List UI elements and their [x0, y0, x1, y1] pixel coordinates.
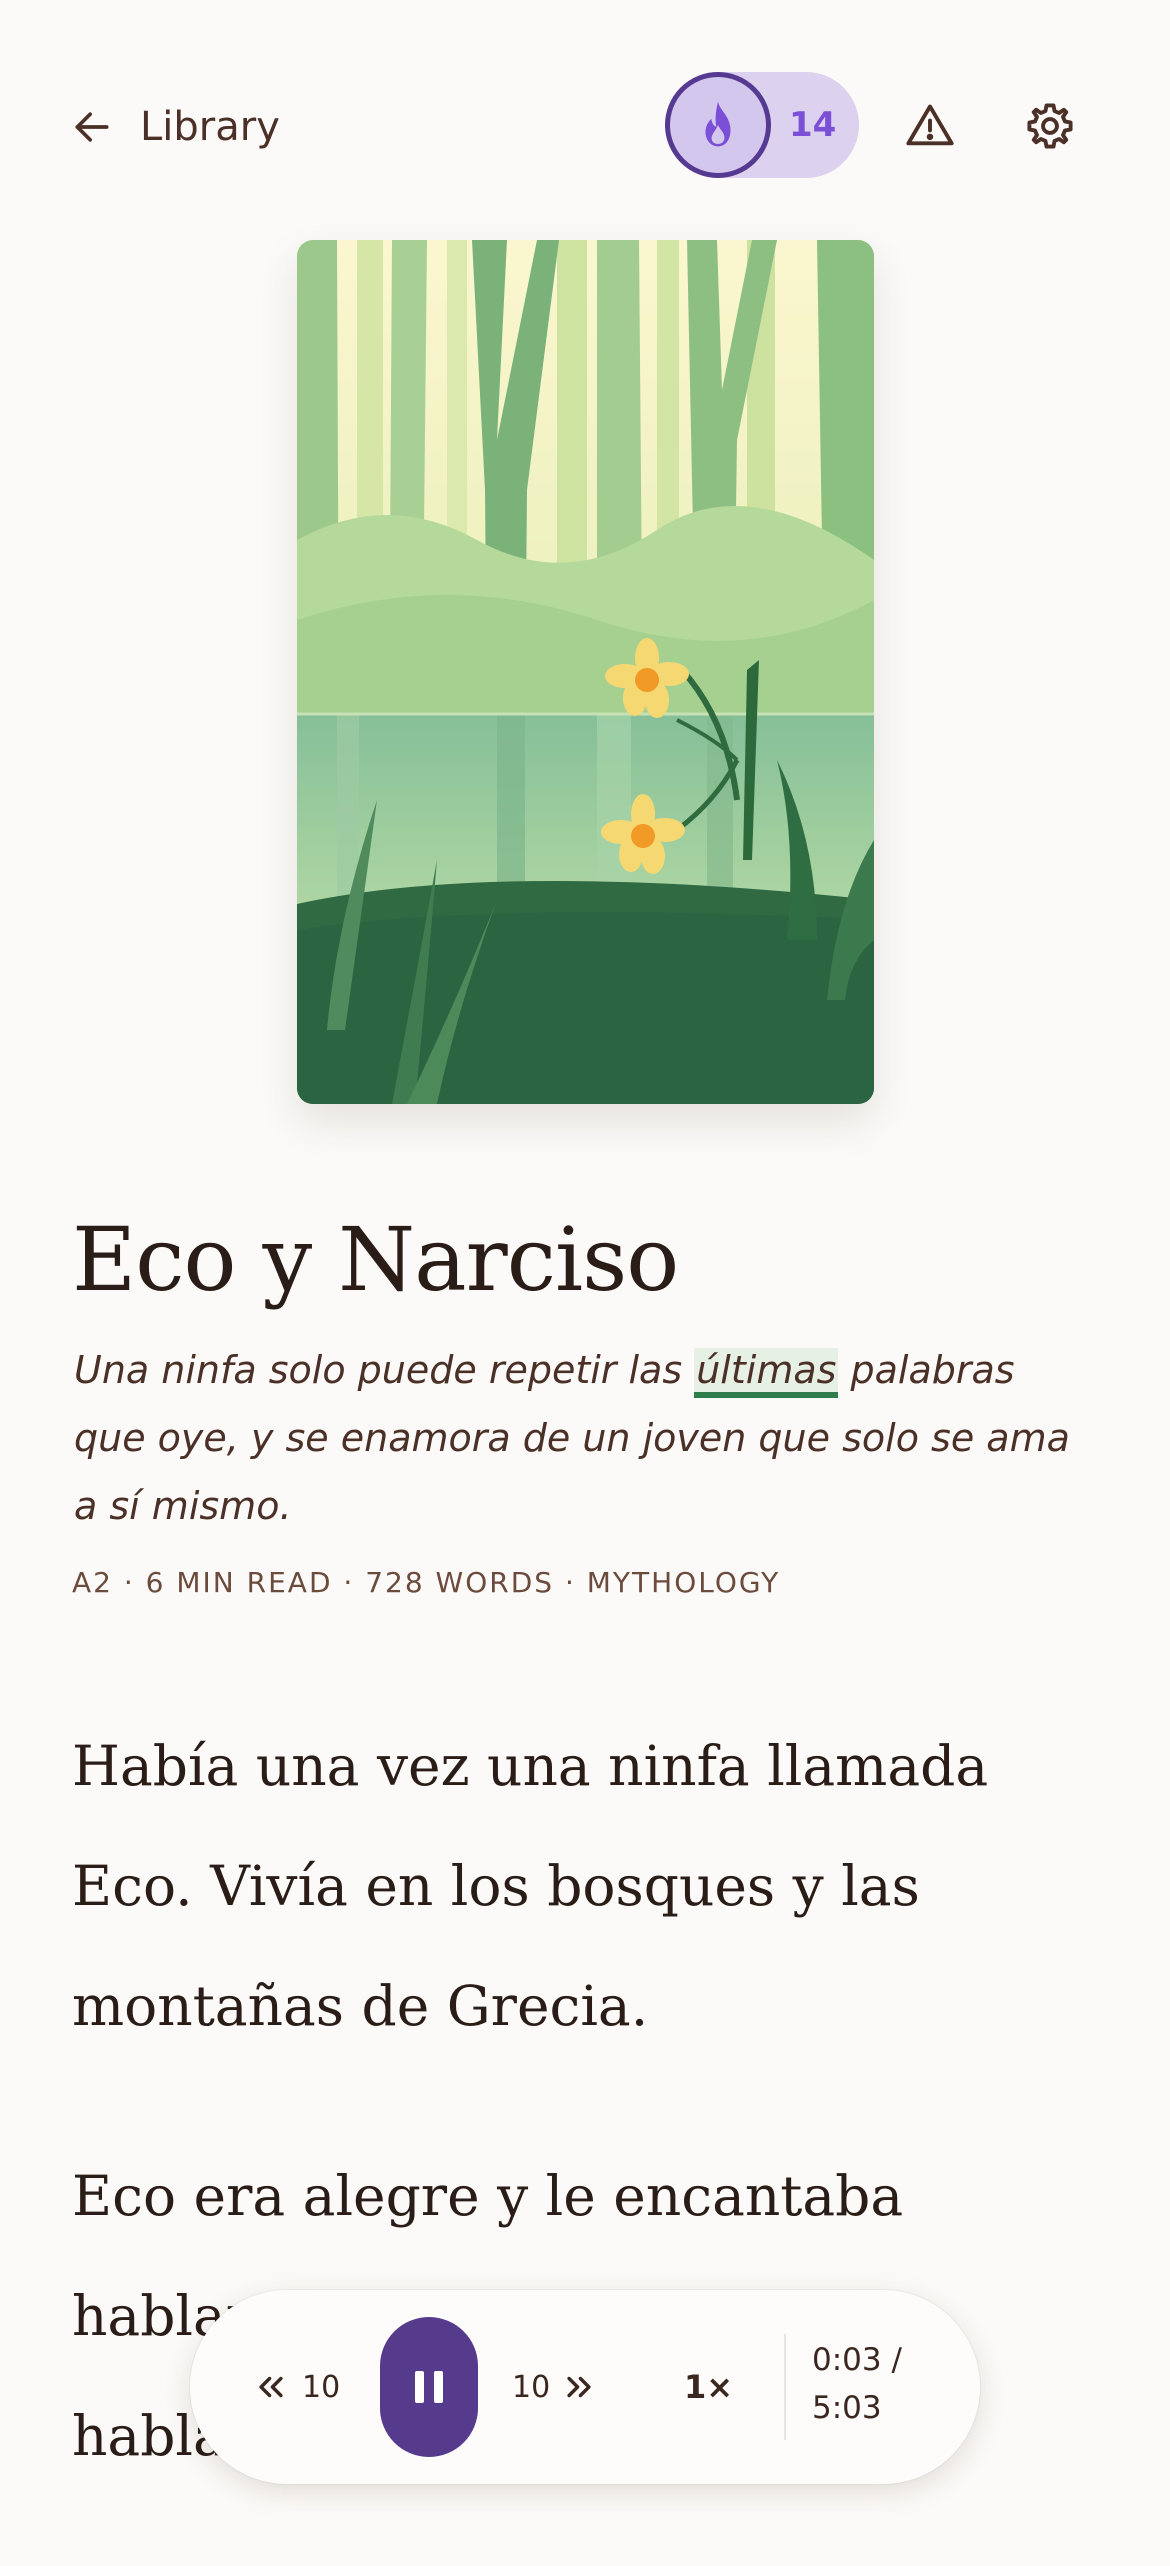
- story-meta: A2 · 6 MIN READ · 728 WORDS · MYTHOLOGY: [72, 1566, 781, 1599]
- double-chevron-right-icon: [567, 2376, 591, 2398]
- streak-ring: [665, 72, 771, 178]
- report-issue-button[interactable]: [894, 90, 966, 162]
- forward-button[interactable]: 10: [512, 2352, 596, 2422]
- back-label: Library: [140, 104, 280, 150]
- settings-button[interactable]: [1014, 90, 1086, 162]
- player-divider: [784, 2334, 786, 2440]
- forward-seconds: 10: [512, 2369, 551, 2405]
- playback-speed-button[interactable]: 1×: [684, 2352, 733, 2422]
- arrow-left-icon: [75, 112, 109, 142]
- story-subtitle: Una ninfa solo puede repetir las últimas…: [74, 1336, 1084, 1540]
- double-chevron-left-icon: [259, 2376, 283, 2398]
- pause-button[interactable]: [380, 2317, 478, 2457]
- streak-badge[interactable]: 14: [665, 72, 859, 178]
- flame-icon: [705, 101, 731, 147]
- time-current: 0:03 /: [812, 2342, 902, 2378]
- gear-icon: [1027, 103, 1073, 149]
- playback-time: 0:03 / 5:03: [812, 2336, 902, 2432]
- story-title: Eco y Narciso: [72, 1208, 679, 1311]
- audio-player: 10 10 1× 0:03 / 5:03: [190, 2290, 980, 2484]
- rewind-seconds: 10: [302, 2369, 341, 2405]
- highlighted-word[interactable]: últimas: [694, 1348, 839, 1398]
- subtitle-text: Una ninfa solo puede repetir las: [74, 1348, 695, 1392]
- rewind-button[interactable]: 10: [254, 2352, 340, 2422]
- back-to-library-button[interactable]: Library: [70, 92, 280, 162]
- paragraph[interactable]: Había una vez una ninfa llamada Eco. Viv…: [72, 1706, 1102, 2066]
- forest-pond-illustration: [297, 240, 874, 1104]
- warning-triangle-icon: [906, 104, 954, 146]
- streak-count: 14: [789, 105, 837, 145]
- pause-icon: [415, 2371, 443, 2403]
- time-total: 5:03: [812, 2390, 882, 2426]
- story-cover-image: [297, 240, 874, 1104]
- top-bar: Library 14: [0, 0, 1170, 250]
